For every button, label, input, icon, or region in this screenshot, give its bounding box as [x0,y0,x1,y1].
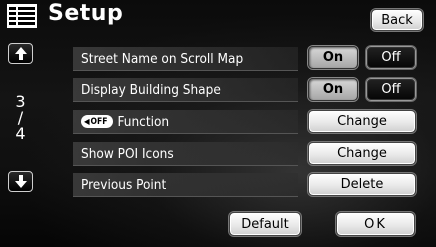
setting-row-poi-icons: Show POI Icons [73,142,298,166]
page-total: 4 [15,124,26,143]
function-change-button[interactable]: Change [308,110,416,133]
off-badge-label: OFF [90,116,108,127]
setting-row-off-function: ◀ OFF Function [73,110,298,134]
poi-icons-change-button[interactable]: Change [308,142,416,165]
previous-point-delete-button[interactable]: Delete [308,173,416,196]
down-arrow-icon [14,175,27,188]
setting-label: Function [117,113,170,130]
setting-row-street-name: Street Name on Scroll Map [73,47,298,71]
building-shape-on-button[interactable]: On [308,78,358,101]
street-name-off-button[interactable]: Off [366,46,416,69]
page-indicator: 3 / 4 [8,94,33,142]
page-down-button[interactable] [8,171,33,192]
default-button[interactable]: Default [229,212,301,236]
setting-row-previous-point: Previous Point [73,173,298,197]
setting-label: Street Name on Scroll Map [81,50,244,67]
setting-label: Show POI Icons [81,145,174,162]
street-name-on-button[interactable]: On [308,46,358,69]
list-menu-icon[interactable] [7,4,37,28]
off-badge: ◀ OFF [81,115,113,128]
setting-row-building-shape: Display Building Shape [73,78,298,102]
building-shape-off-button[interactable]: Off [366,78,416,101]
back-button[interactable]: Back [371,9,423,31]
page-title: Setup [48,1,124,26]
setting-label: Display Building Shape [81,81,221,98]
setting-label: Previous Point [81,176,167,193]
page-up-button[interactable] [8,43,33,64]
setup-screen: Setup Back 3 / 4 Street Name on Scroll M… [0,0,436,247]
up-arrow-icon [14,47,27,60]
left-triangle-icon: ◀ [84,117,90,126]
ok-button[interactable]: OK [336,212,415,236]
